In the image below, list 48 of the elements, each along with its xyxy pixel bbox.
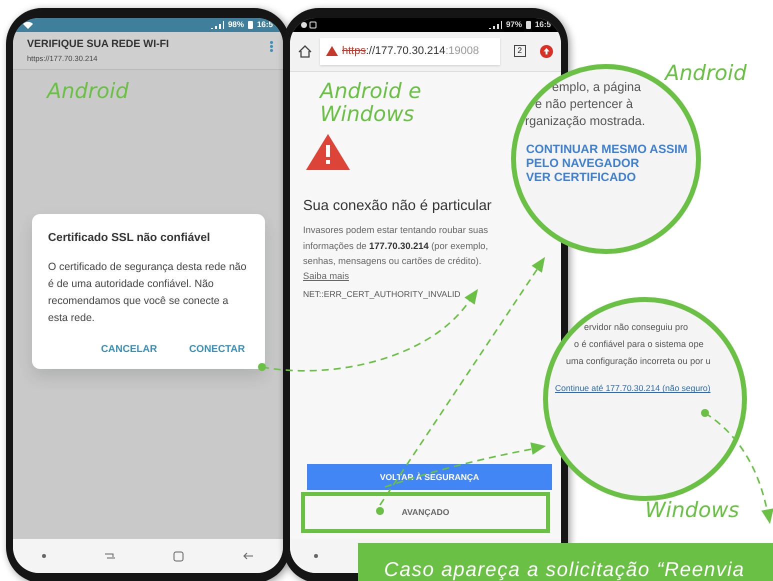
recent-apps-icon — [104, 551, 116, 561]
caption-banner: Caso apareça a solicitação “Reenvia — [358, 543, 773, 581]
home-icon — [298, 44, 312, 58]
annotation-label: Android — [47, 80, 129, 104]
warning-icon — [306, 134, 350, 170]
zoomed-text: o é confiável para o sistema ope — [574, 338, 705, 352]
app-bar-title: VERIFIQUE SUA REDE WI-FI — [27, 37, 169, 52]
annotation-label: Android e Windows — [320, 80, 422, 126]
connect-button[interactable]: CONECTAR — [185, 340, 249, 360]
wifi-icon — [23, 21, 33, 29]
annotation-label: Windows — [645, 499, 740, 522]
dot-icon — [314, 554, 318, 558]
signal-icon — [488, 21, 502, 29]
battery-icon — [248, 21, 253, 29]
zoomed-text: e não pertencer à — [535, 96, 634, 113]
warning-message: Invasores podem estar tentando roubar suas informações de 177.70.30.214 (por exemplo, senhas, mensagens ou cartões de crédito). Saiba mais — [303, 224, 490, 284]
zoomed-text: emplo, a página — [552, 79, 642, 96]
back-icon — [242, 551, 254, 561]
warning-icon — [326, 46, 338, 56]
dialog-title: Certificado SSL não confiável — [48, 231, 212, 246]
dialog-message: O certificado de segurança desta rede não é de uma autoridade confiável. Não recomendamos que você se conecte a esta rede. — [48, 260, 248, 326]
zoomed-link[interactable]: PELO NAVEGADOR — [526, 156, 696, 170]
time-text: 16:5 — [534, 19, 551, 31]
zoomed-link[interactable]: CONTINUAR MESMO ASSIM — [526, 142, 696, 156]
page-heading: Sua conexão não é particular — [303, 196, 493, 216]
annotation-label: Android — [665, 62, 747, 86]
address-field[interactable]: https://177.70.30.214:19008 — [320, 38, 500, 64]
cancel-button[interactable]: CANCELAR — [96, 340, 162, 360]
battery-text: 98% — [228, 19, 244, 31]
zoomed-link[interactable]: VER CERTIFICADO — [526, 170, 696, 185]
signal-icon — [210, 21, 224, 29]
alert-circle-icon — [540, 44, 553, 58]
zoomed-link[interactable]: Continue até 177.70.30.214 (não seguro) — [555, 382, 710, 396]
battery-text: 97% — [506, 19, 522, 31]
back-to-safety-button[interactable]: VOLTAR À SEGURANÇA — [307, 464, 552, 490]
home-icon — [173, 550, 184, 562]
learn-more-link[interactable]: Saiba mais — [303, 271, 349, 282]
dot-icon — [42, 554, 46, 558]
kebab-menu-icon — [270, 41, 273, 52]
zoomed-text: uma configuração incorreta ou por u — [566, 355, 712, 368]
advanced-button[interactable]: AVANÇADO — [303, 494, 548, 531]
time-text: 16:5 — [256, 19, 273, 31]
tab-count-icon[interactable]: 2 — [514, 45, 526, 58]
battery-icon — [526, 21, 531, 29]
url-text: https://177.70.30.214:19008 — [342, 44, 480, 59]
zoomed-text: ervidor não conseguiu pro — [584, 321, 690, 334]
error-code: NET::ERR_CERT_AUTHORITY_INVALID — [303, 288, 462, 300]
zoomed-text: rganização mostrada. — [525, 112, 646, 130]
